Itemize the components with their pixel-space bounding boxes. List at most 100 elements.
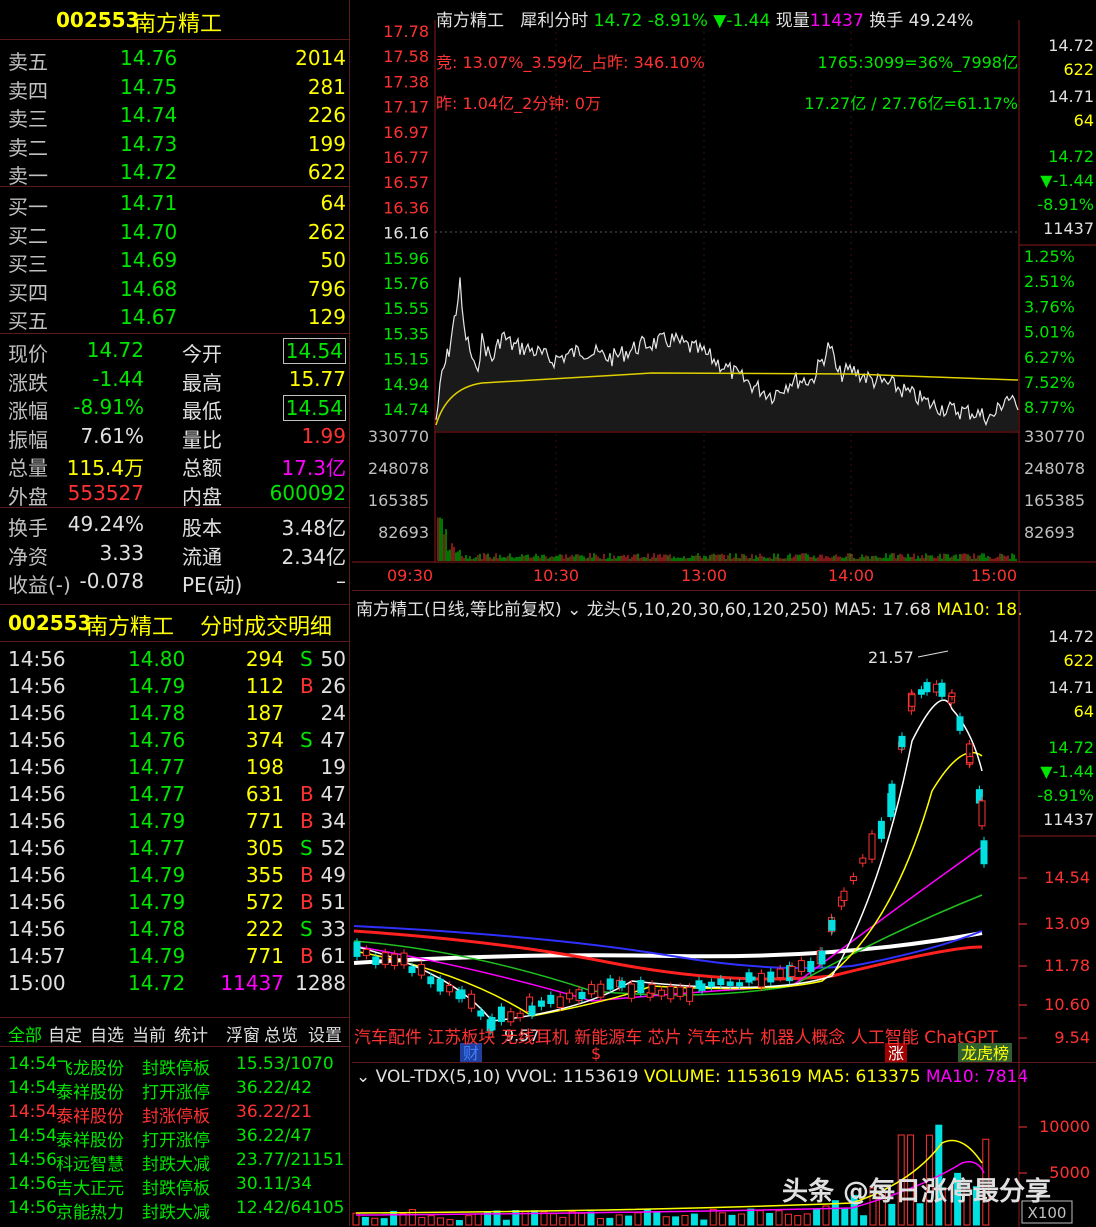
tick-time: 14:56: [8, 647, 66, 671]
volume-panel[interactable]: ⌄ VOL-TDX(5,10) VVOL: 1153619 VOLUME: 11…: [352, 1062, 1096, 1227]
tab-1[interactable]: 自定: [48, 1021, 82, 1046]
tick-price: 14.77: [128, 755, 186, 779]
daily-chart[interactable]: 南方精工(日线,等比前复权) ⌄ 龙头(5,10,20,30,60,120,25…: [352, 590, 1096, 1063]
quote-label: 今开: [182, 342, 222, 366]
ask-row[interactable]: 卖五 14.76 2014: [0, 44, 350, 74]
candle-body: [667, 986, 675, 1000]
tick-row: 14:57 14.79 771 B 61: [0, 942, 350, 970]
quote-label: 现价: [8, 342, 48, 366]
tick-row: 14:56 14.77 198 19: [0, 753, 350, 781]
side-quote: ▼-1.44: [1040, 762, 1094, 781]
tick-count: 49: [320, 863, 346, 887]
alert-row[interactable]: 14:56 吉大正元 封跌停板 30.11/34: [0, 1172, 350, 1199]
alert-row[interactable]: 14:54 泰祥股份 打开涨停 36.22/47: [0, 1124, 350, 1151]
x-tick: 13:00: [681, 566, 727, 585]
ask-label: 卖五: [8, 50, 48, 74]
stock-header: 002553 南方精工: [0, 0, 350, 40]
alert-time: 14:54: [8, 1102, 57, 1122]
candle-body: [400, 952, 408, 966]
tick-side: B: [300, 890, 314, 914]
intraday-chart[interactable]: 南方精工 犀利分时 14.72 -8.91% ▼-1.44 现量11437 换手…: [352, 0, 1096, 590]
tick-row: 14:56 14.77 305 S 52: [0, 834, 350, 862]
tick-time: 14:56: [8, 674, 66, 698]
y-tick-left: 17.17: [383, 98, 429, 117]
tick-time: 14:56: [8, 728, 66, 752]
candle-body: [767, 971, 775, 983]
tick-count: 34: [320, 809, 346, 833]
side-quote: -8.91%: [1037, 786, 1094, 805]
candle-body: [717, 978, 725, 986]
tick-price: 14.77: [128, 782, 186, 806]
tick-row: 14:56 14.78 187 24: [0, 699, 350, 727]
tick-row: 14:56 14.80 294 S 50: [0, 645, 350, 673]
alert-time: 14:56: [8, 1174, 57, 1194]
tick-count: 19: [320, 755, 346, 779]
tick-price: 14.78: [128, 701, 186, 725]
alert-row[interactable]: 14:54 飞龙股份 封跌停板 15.53/1070: [0, 1052, 350, 1079]
quote-row: 总量 115.4万 总额 17.3亿: [0, 450, 350, 480]
candle-body: [467, 993, 475, 1009]
divider: [0, 186, 350, 187]
bid-row[interactable]: 买二 14.70 262: [0, 218, 350, 248]
candle-body: [966, 756, 974, 764]
bid-row[interactable]: 买四 14.68 796: [0, 275, 350, 305]
candle-body: [391, 953, 399, 967]
tick-time: 14:56: [8, 755, 66, 779]
ask-row[interactable]: 卖三 14.74 226: [0, 101, 350, 131]
ask-row[interactable]: 卖四 14.75 281: [0, 73, 350, 103]
tab-4[interactable]: 统计: [174, 1021, 208, 1046]
ask-price: 14.76: [120, 46, 178, 70]
candle-body: [776, 968, 784, 979]
side-quote: 622: [1063, 651, 1094, 670]
candle-body: [497, 1006, 505, 1022]
tick-row: 15:00 14.72 11437 1288: [0, 969, 350, 997]
alert-row[interactable]: 14:54 泰祥股份 封涨停板 36.22/21: [0, 1100, 350, 1127]
candle-body: [978, 800, 986, 827]
tick-time: 14:56: [8, 836, 66, 860]
tick-side: B: [300, 863, 314, 887]
y-tick-left: 17.78: [383, 22, 429, 41]
tab-5[interactable]: 浮窗: [226, 1021, 260, 1046]
candle-body: [736, 982, 744, 987]
ask-row[interactable]: 卖二 14.73 199: [0, 130, 350, 160]
alert-row[interactable]: 14:56 京能热力 封跌大减 12.42/64105: [0, 1196, 350, 1223]
quote-value: 14.54: [282, 338, 346, 364]
tab-6[interactable]: 总览: [264, 1021, 298, 1046]
candle-body: [849, 876, 857, 881]
daily-y-tick: 11.78: [1044, 956, 1090, 975]
concept-tags[interactable]: 汽车配件 江苏板块 无线耳机 新能源车 芯片 汽车芯片 机器人概念 人工智能 C…: [354, 1023, 998, 1048]
bid-row[interactable]: 买五 14.67 129: [0, 303, 350, 333]
tick-side: S: [300, 728, 313, 752]
quote-value: 1.99: [301, 423, 346, 448]
quote-row: 涨幅 -8.91% 最低 14.54: [0, 393, 350, 423]
alert-event: 封跌大减: [142, 1203, 210, 1223]
quote-value: 14.72: [86, 338, 144, 362]
vol-bar: [465, 1215, 473, 1226]
ticks-title: 分时成交明细: [200, 615, 333, 640]
bid-row[interactable]: 买三 14.69 50: [0, 246, 350, 276]
quote-row: 外盘 553527 内盘 600092: [0, 479, 350, 509]
divider: [0, 507, 350, 508]
quote-value: 49.24%: [67, 512, 144, 536]
tick-volume: 294: [245, 647, 284, 671]
tab-2[interactable]: 自选: [90, 1021, 124, 1046]
candle-body: [547, 994, 555, 1005]
alert-row[interactable]: 14:54 泰祥股份 打开涨停 36.22/42: [0, 1076, 350, 1103]
side-quote: ▼-1.44: [1040, 171, 1094, 190]
prev-info: 昨: 1.04亿_2分钟: 0万: [436, 94, 601, 114]
tab-0[interactable]: 全部: [8, 1021, 42, 1046]
candle-body: [877, 820, 885, 839]
candle-body: [587, 984, 595, 995]
alert-row[interactable]: 14:56 科远智慧 封跌大减 23.77/21151: [0, 1148, 350, 1175]
tick-time: 14:56: [8, 863, 66, 887]
ask-row[interactable]: 卖一 14.72 622: [0, 158, 350, 188]
quote-value: 2.34亿: [281, 544, 346, 569]
x-tick: 14:00: [828, 566, 874, 585]
tab-3[interactable]: 当前: [132, 1021, 166, 1046]
candle-body: [707, 981, 715, 987]
ask-volume: 622: [307, 160, 346, 184]
tab-7[interactable]: 设置: [308, 1021, 342, 1046]
quote-value: -1.44: [92, 366, 144, 391]
bid-row[interactable]: 买一 14.71 64: [0, 189, 350, 219]
tick-price: 14.79: [128, 674, 186, 698]
